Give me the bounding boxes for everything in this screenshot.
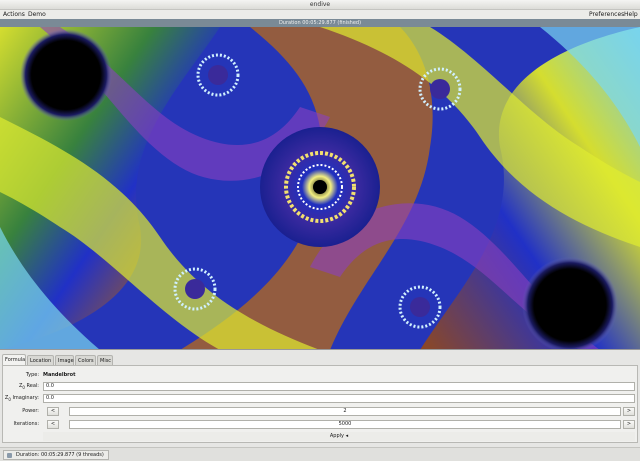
power-stepper: < 2 > [47, 407, 635, 416]
z0-real-field[interactable]: 0.0 [43, 382, 635, 391]
apply-button[interactable]: Apply ◂ [43, 432, 635, 441]
render-status-icon [7, 453, 12, 458]
fractal-canvas[interactable] [0, 27, 640, 350]
menu-bar: Actions Demo Preferences Help [0, 10, 640, 19]
window-title: endive [0, 0, 640, 10]
menu-demo[interactable]: Demo [26, 10, 48, 19]
z0-imaginary-label: Z0 Imaginary: [3, 395, 39, 402]
iterations-increment-button[interactable]: > [623, 420, 635, 429]
tab-location[interactable]: Location [27, 355, 54, 365]
formula-panel: Type: Mandelbrot Z0 Real: 0.0 Z0 Imagina… [2, 365, 638, 443]
z0-imag-label-rest: Imaginary: [10, 395, 39, 401]
type-value: Mandelbrot [43, 372, 76, 378]
fractal-image [0, 27, 640, 349]
iterations-value[interactable]: 5000 [69, 420, 621, 429]
iterations-decrement-button[interactable]: < [47, 420, 59, 429]
render-status: Duration 00:05:29.877 (finished) [0, 19, 640, 27]
power-value[interactable]: 2 [69, 407, 621, 416]
z0-imaginary-field[interactable]: 0.0 [43, 394, 635, 403]
tab-misc[interactable]: Misc [97, 355, 113, 365]
menu-help[interactable]: Help [622, 10, 640, 19]
type-label: Type: [25, 372, 39, 378]
menu-actions[interactable]: Actions [1, 10, 27, 19]
menu-preferences[interactable]: Preferences [587, 10, 626, 19]
z0-real-label-rest: Real: [24, 383, 39, 389]
app-window: endive Actions Demo Preferences Help Dur… [0, 0, 640, 461]
power-increment-button[interactable]: > [623, 407, 635, 416]
iterations-label: Iterations: [13, 421, 40, 427]
tab-colors[interactable]: Colors [75, 355, 96, 365]
duration-status-text: Duration: 00:05:29.877 (9 threads) [16, 452, 104, 458]
status-bar: Duration: 00:05:29.877 (9 threads) [0, 447, 640, 461]
duration-status: Duration: 00:05:29.877 (9 threads) [3, 450, 109, 460]
iterations-stepper: < 5000 > [47, 420, 635, 429]
power-decrement-button[interactable]: < [47, 407, 59, 416]
tab-image[interactable]: Image [55, 355, 74, 365]
power-label: Power: [22, 408, 39, 414]
z0-real-label: Z0 Real: [3, 383, 39, 390]
